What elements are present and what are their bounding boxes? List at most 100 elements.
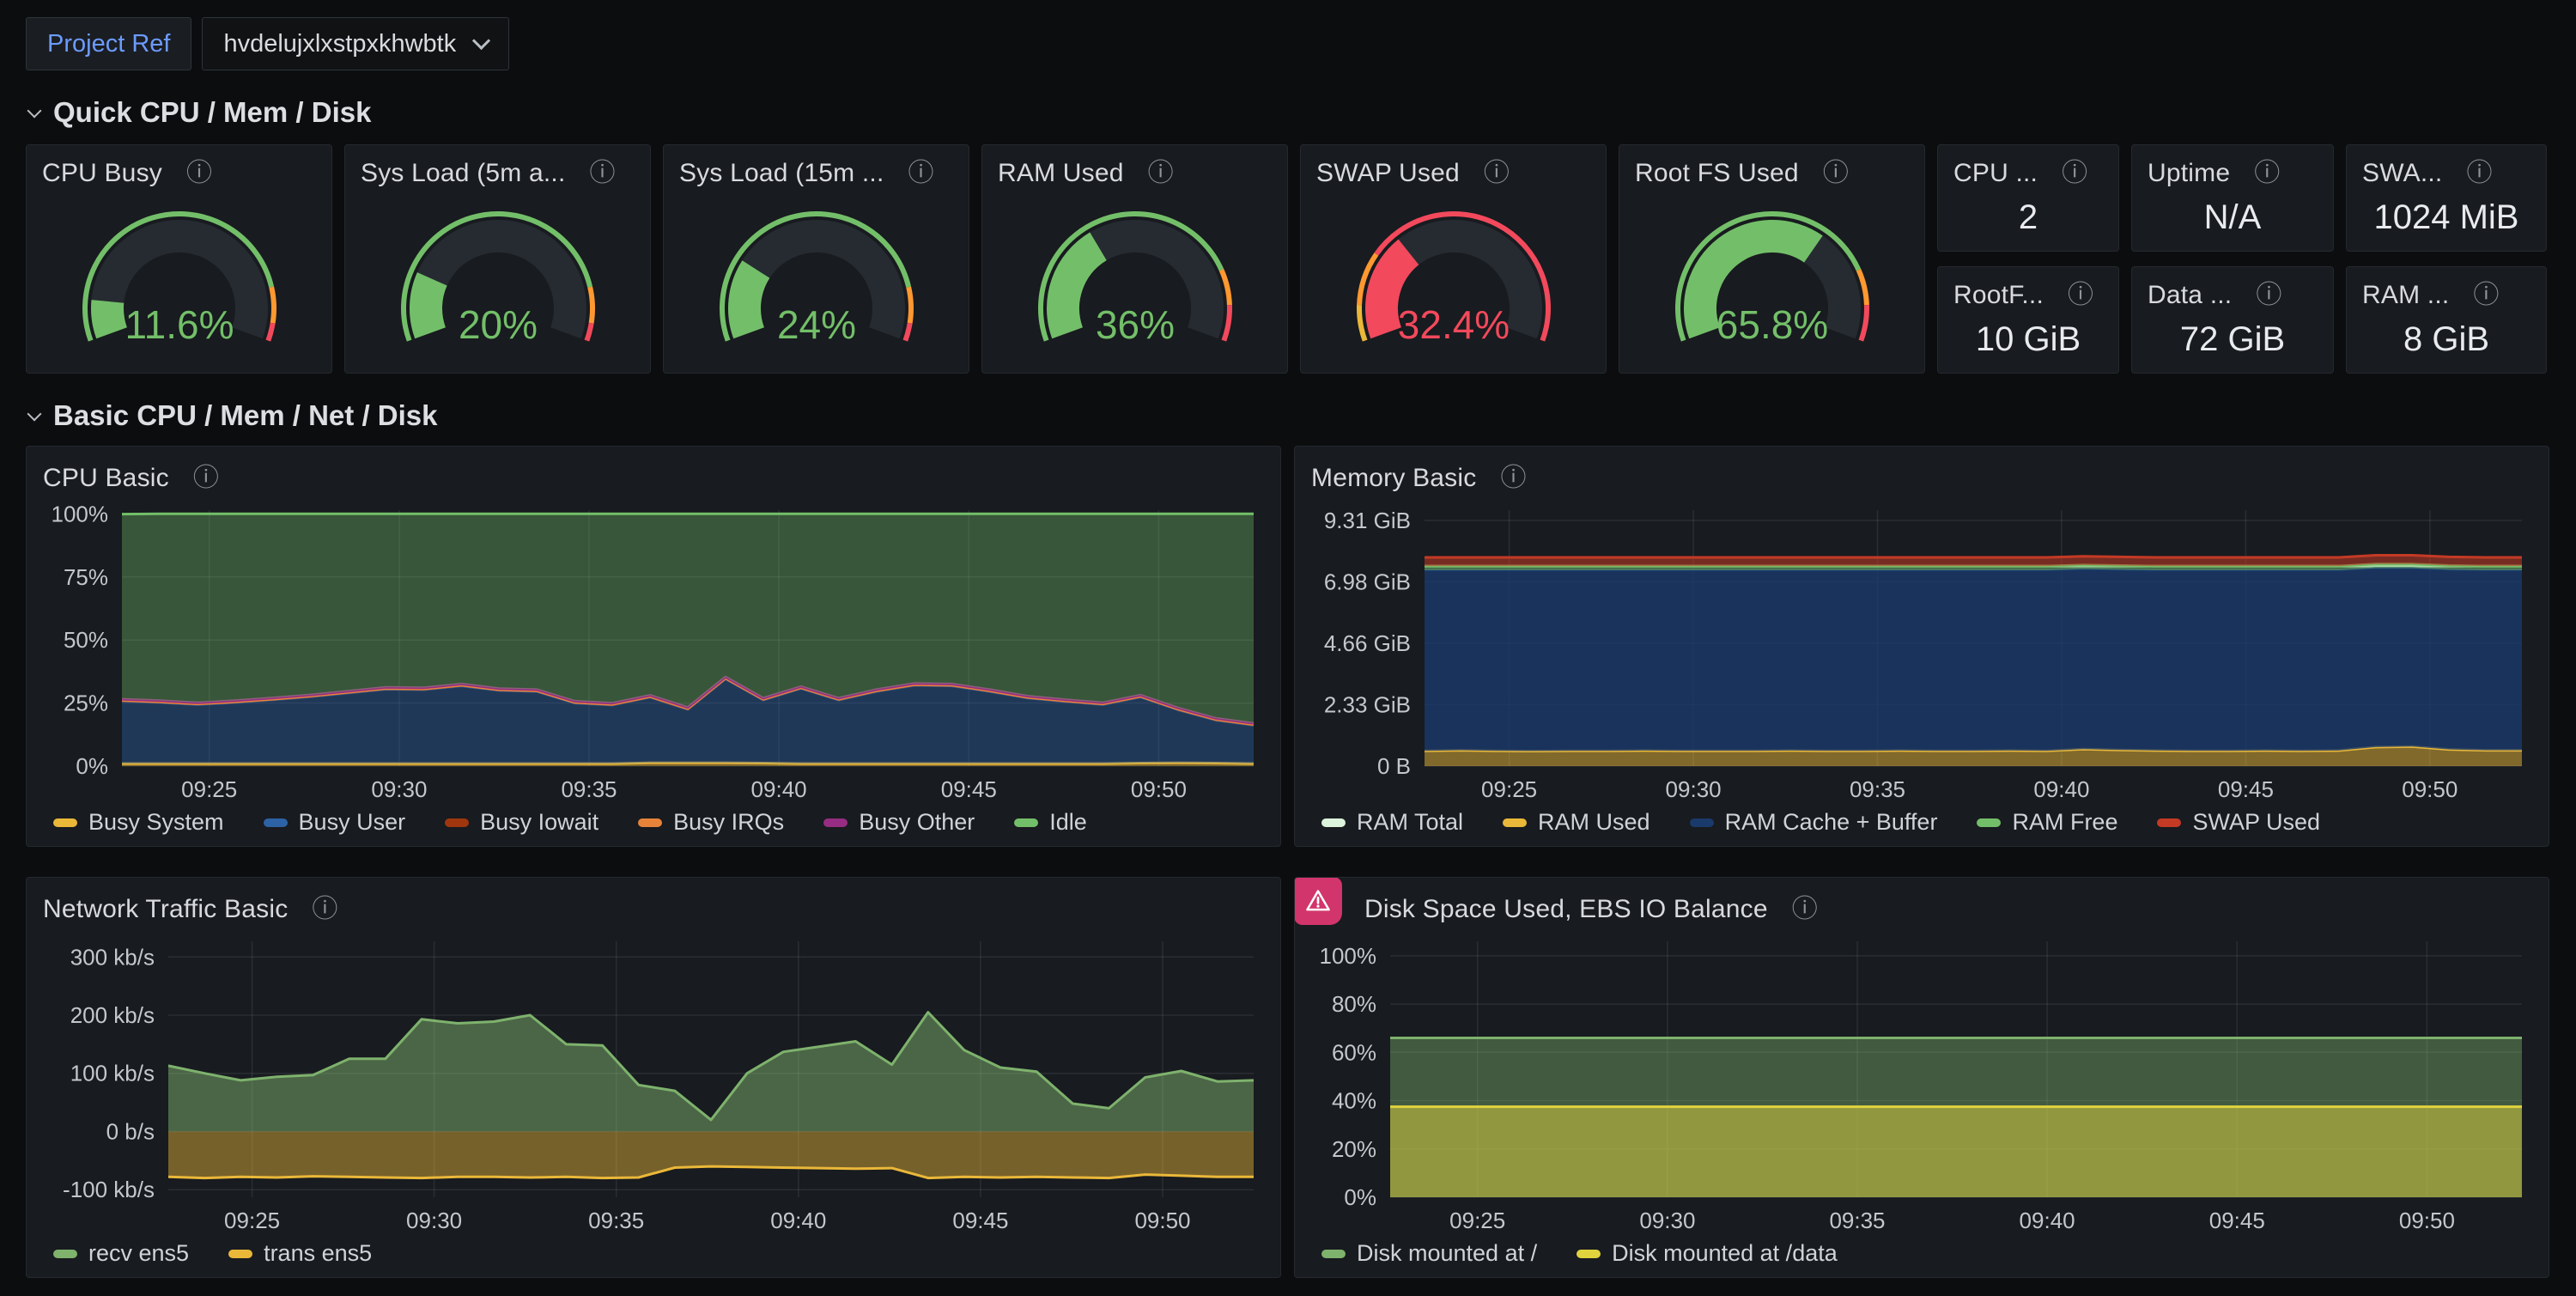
- info-icon[interactable]: ⓘ: [312, 897, 337, 922]
- svg-text:09:45: 09:45: [941, 776, 997, 802]
- panel-title[interactable]: Uptime: [2148, 159, 2230, 188]
- time-series-plot[interactable]: 0%20%40%60%80%100%09:2509:3009:3509:4009…: [1308, 931, 2536, 1233]
- project-ref-label-button[interactable]: Project Ref: [26, 17, 191, 70]
- svg-text:80%: 80%: [1332, 991, 1376, 1017]
- info-icon[interactable]: ⓘ: [1484, 161, 1510, 186]
- stat-panel-uptime: Uptime ⓘ N/A: [2131, 144, 2334, 252]
- time-series-plot[interactable]: 0 B2.33 GiB4.66 GiB6.98 GiB9.31 GiB09:25…: [1308, 500, 2536, 802]
- info-icon[interactable]: ⓘ: [2473, 283, 2499, 308]
- legend-item-ram-free[interactable]: RAM Free: [1977, 809, 2117, 836]
- info-icon[interactable]: ⓘ: [2068, 283, 2093, 308]
- legend-item-disk-mounted-at-data[interactable]: Disk mounted at /data: [1577, 1240, 1838, 1267]
- legend-item-recv-ens5[interactable]: recv ens5: [53, 1240, 189, 1267]
- gauge: 20%: [369, 205, 627, 351]
- grafana-dashboard: Project Ref hvdelujxlxstpxkhwbtk Quick C…: [0, 0, 2576, 1278]
- legend-item-trans-ens5[interactable]: trans ens5: [228, 1240, 372, 1267]
- legend: recv ens5 trans ens5: [39, 1233, 1267, 1270]
- time-series-plot[interactable]: -100 kb/s0 b/s100 kb/s200 kb/s300 kb/s09…: [39, 931, 1267, 1233]
- panel-header: Uptime ⓘ: [2132, 145, 2333, 192]
- panel-title[interactable]: SWAP Used: [1316, 159, 1460, 188]
- panel-header: RAM ... ⓘ: [2347, 267, 2546, 313]
- panel-title[interactable]: Data ...: [2148, 281, 2232, 310]
- legend-item-busy-other[interactable]: Busy Other: [823, 809, 975, 836]
- legend-item-ram-used[interactable]: RAM Used: [1503, 809, 1650, 836]
- legend-item-swap-used[interactable]: SWAP Used: [2157, 809, 2320, 836]
- svg-text:09:35: 09:35: [561, 776, 617, 802]
- info-icon[interactable]: ⓘ: [590, 161, 616, 186]
- panel-title[interactable]: RAM Used: [998, 159, 1124, 188]
- section-title: Basic CPU / Mem / Net / Disk: [53, 399, 437, 432]
- svg-text:09:50: 09:50: [1131, 776, 1187, 802]
- svg-text:100%: 100%: [1320, 943, 1377, 969]
- gauge-panel-cpu-busy: CPU Busy ⓘ 11.6%: [26, 144, 332, 374]
- panel-title[interactable]: RootF...: [1953, 281, 2044, 310]
- legend-swatch: [1690, 818, 1714, 827]
- info-icon[interactable]: ⓘ: [2062, 161, 2087, 186]
- gauge-panel-root-fs-used: Root FS Used ⓘ 65.8%: [1619, 144, 1925, 374]
- info-icon[interactable]: ⓘ: [1500, 465, 1526, 491]
- svg-text:09:35: 09:35: [588, 1208, 644, 1233]
- info-icon[interactable]: ⓘ: [1148, 161, 1174, 186]
- stat-value: 10 GiB: [1938, 313, 2118, 373]
- svg-text:09:30: 09:30: [1639, 1208, 1695, 1233]
- svg-text:50%: 50%: [64, 627, 108, 653]
- info-icon[interactable]: ⓘ: [186, 161, 212, 186]
- panel-header: RAM Used ⓘ: [982, 145, 1287, 192]
- stat-value: 8 GiB: [2347, 313, 2546, 373]
- svg-text:09:40: 09:40: [2020, 1208, 2075, 1233]
- legend-item-disk-mounted-at[interactable]: Disk mounted at /: [1321, 1240, 1537, 1267]
- svg-text:09:25: 09:25: [1449, 1208, 1505, 1233]
- gauge-value: 36%: [1095, 302, 1174, 347]
- svg-text:0 b/s: 0 b/s: [106, 1119, 155, 1145]
- time-series-plot[interactable]: 0%25%50%75%100%09:2509:3009:3509:4009:45…: [39, 500, 1267, 802]
- panel-title[interactable]: Network Traffic Basic: [43, 895, 288, 924]
- panel-title[interactable]: RAM ...: [2362, 281, 2449, 310]
- svg-text:09:25: 09:25: [224, 1208, 280, 1233]
- info-icon[interactable]: ⓘ: [2256, 283, 2281, 308]
- chevron-down-icon: [27, 406, 42, 421]
- project-ref-dropdown[interactable]: hvdelujxlxstpxkhwbtk: [202, 17, 509, 70]
- info-icon[interactable]: ⓘ: [193, 465, 219, 491]
- panel-title[interactable]: Sys Load (15m ...: [679, 159, 884, 188]
- chevron-down-icon: [27, 103, 42, 118]
- legend-item-ram-total[interactable]: RAM Total: [1321, 809, 1463, 836]
- panel-title[interactable]: CPU Busy: [42, 159, 162, 188]
- panel-title[interactable]: SWA...: [2362, 159, 2442, 188]
- gauge-panel-sys-load-5m-a: Sys Load (5m a... ⓘ 20%: [344, 144, 651, 374]
- panel-title[interactable]: Root FS Used: [1635, 159, 1799, 188]
- alert-state-icon[interactable]: [1294, 877, 1342, 925]
- legend-item-busy-system[interactable]: Busy System: [53, 809, 224, 836]
- section-header-basic-cpu-mem-net-disk[interactable]: Basic CPU / Mem / Net / Disk: [26, 398, 2550, 434]
- panel-header: Network Traffic Basic ⓘ: [39, 886, 1267, 929]
- legend-item-busy-iowait[interactable]: Busy Iowait: [445, 809, 598, 836]
- legend-label: RAM Used: [1538, 809, 1650, 836]
- panel-title[interactable]: CPU ...: [1953, 159, 2038, 188]
- panel-title[interactable]: Sys Load (5m a...: [361, 159, 566, 188]
- gauge-value: 24%: [776, 302, 855, 347]
- legend-swatch: [1014, 818, 1038, 827]
- panel-title[interactable]: CPU Basic: [43, 464, 169, 493]
- legend-item-idle[interactable]: Idle: [1014, 809, 1087, 836]
- info-icon[interactable]: ⓘ: [2254, 161, 2280, 186]
- legend-label: Busy System: [88, 809, 224, 836]
- info-icon[interactable]: ⓘ: [2466, 161, 2492, 186]
- legend-item-busy-user[interactable]: Busy User: [264, 809, 406, 836]
- legend-swatch: [1503, 818, 1527, 827]
- panel-title[interactable]: Disk Space Used, EBS IO Balance: [1364, 895, 1768, 924]
- legend-item-busy-irqs[interactable]: Busy IRQs: [638, 809, 784, 836]
- svg-text:09:30: 09:30: [1666, 776, 1722, 802]
- panel-header: SWAP Used ⓘ: [1301, 145, 1606, 192]
- panel-title[interactable]: Memory Basic: [1311, 464, 1476, 493]
- dashboard-variables-bar: Project Ref hvdelujxlxstpxkhwbtk: [26, 0, 2550, 70]
- svg-text:09:25: 09:25: [1481, 776, 1537, 802]
- section-header-quick-cpu-mem-disk[interactable]: Quick CPU / Mem / Disk: [26, 94, 2550, 131]
- info-icon[interactable]: ⓘ: [1823, 161, 1849, 186]
- legend-item-ram-cache-buffer[interactable]: RAM Cache + Buffer: [1690, 809, 1938, 836]
- stat-panel-rootf: RootF... ⓘ 10 GiB: [1937, 266, 2119, 374]
- svg-text:60%: 60%: [1332, 1039, 1376, 1065]
- svg-text:09:35: 09:35: [1850, 776, 1905, 802]
- panel-header: Disk Space Used, EBS IO Balance ⓘ: [1308, 886, 2536, 929]
- stat-value: 2: [1938, 192, 2118, 251]
- info-icon[interactable]: ⓘ: [1792, 897, 1818, 922]
- info-icon[interactable]: ⓘ: [908, 161, 934, 186]
